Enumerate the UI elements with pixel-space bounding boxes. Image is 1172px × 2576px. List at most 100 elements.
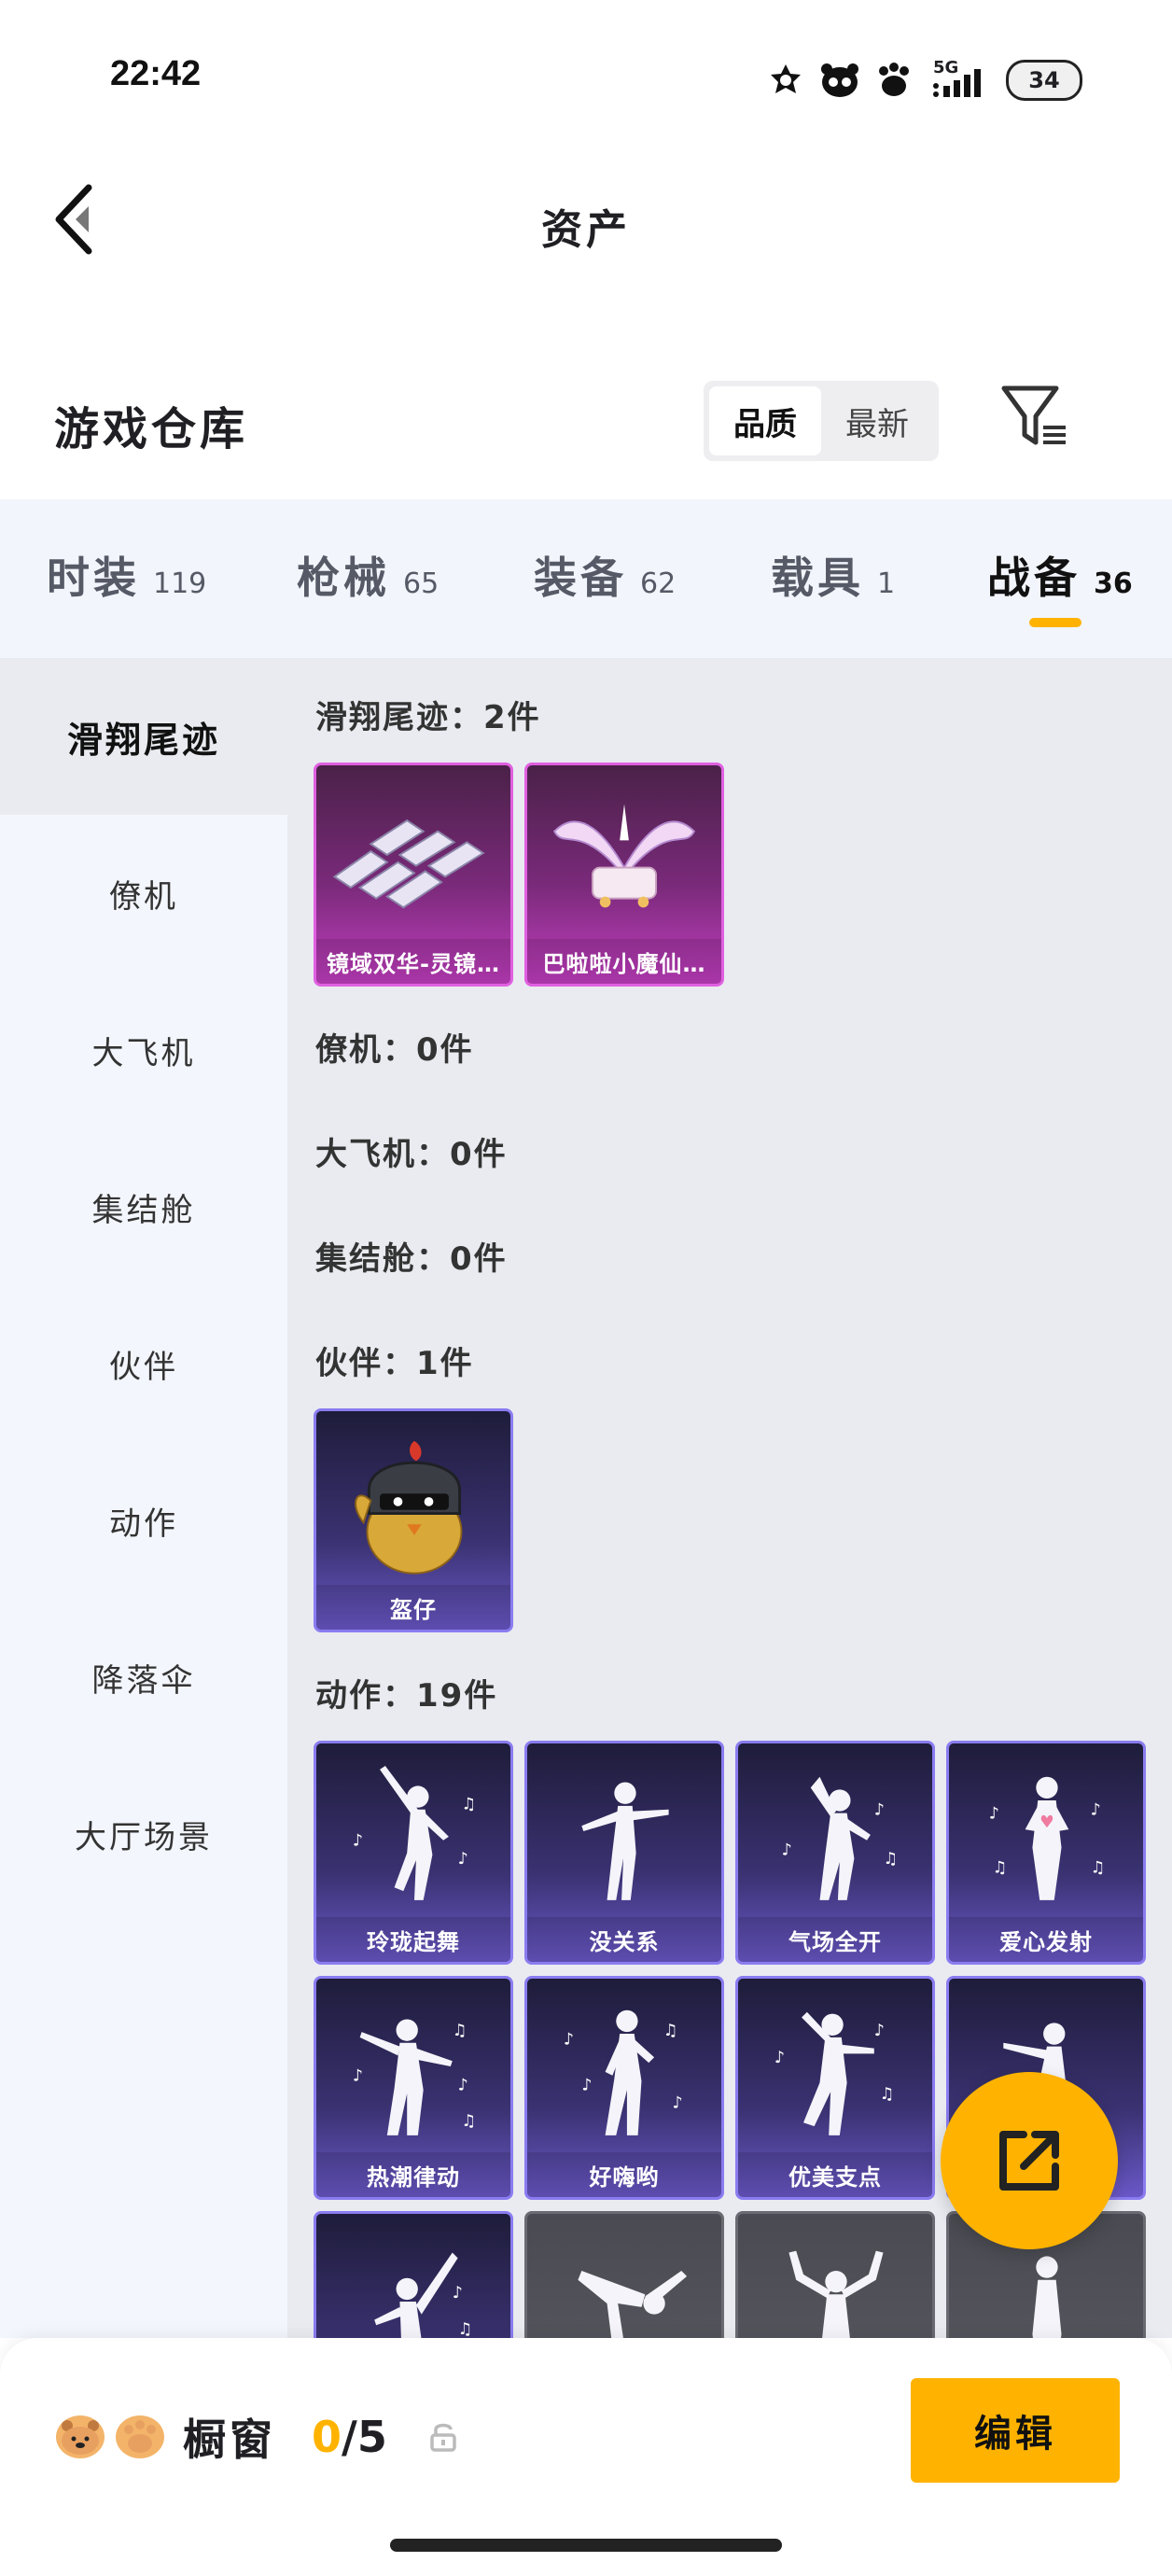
svg-text:♫: ♫ (663, 2022, 678, 2040)
section-heading-big-plane: 大飞机：0件 (315, 1136, 508, 1173)
showcase-label: 橱窗 (183, 2415, 276, 2465)
svg-text:♪: ♪ (458, 2076, 468, 2094)
tab-count: 1 (877, 567, 896, 600)
tab-weapons[interactable]: 枪械 65 (297, 544, 439, 606)
dancer-silhouette-image: ♪ ♪ ♫ (774, 2011, 895, 2135)
dancer-silhouette-image: ♪ ♪ ♫ ♫ (989, 1776, 1106, 1900)
item-card[interactable]: ♪ ♫ ♪ 玲珑起舞 (314, 1741, 513, 1965)
sidebar-item-glide-trail[interactable]: 滑翔尾迹 (0, 658, 287, 815)
sort-segmented-control: 品质 最新 (704, 381, 939, 461)
item-card[interactable]: 镜域双华-灵镜… (314, 763, 513, 987)
tab-label: 装备 (534, 553, 627, 603)
item-name: 玲珑起舞 (316, 1917, 510, 1962)
svg-text:♪: ♪ (989, 1804, 999, 1823)
section-heading-partner: 伙伴：1件 (315, 1345, 474, 1382)
sidebar-item-partner[interactable]: 伙伴 (0, 1285, 287, 1442)
item-name: 好嗨哟 (527, 2152, 721, 2197)
subcategory-sidebar: 滑翔尾迹 僚机 大飞机 集结舱 伙伴 动作 降落伞 大厅场景 (0, 658, 287, 2338)
external-link-icon (999, 2131, 1059, 2191)
status-icons: 5G 34 (765, 54, 1082, 106)
tab-label: 枪械 (297, 553, 390, 603)
section-heading-emote: 动作：19件 (315, 1677, 498, 1715)
tab-count: 36 (1094, 567, 1133, 600)
filter-icon (1001, 385, 1066, 445)
svg-text:♪: ♪ (581, 2076, 592, 2094)
sidebar-item-emote[interactable]: 动作 (0, 1442, 287, 1599)
tab-label: 载具 (771, 553, 864, 603)
item-card[interactable]: ♪ ♪ ♫ 优美支点 (735, 1976, 935, 2200)
showcase-info: 橱窗 0/5 (56, 2406, 460, 2468)
svg-text:♪: ♪ (774, 2049, 785, 2067)
tab-battle-gear[interactable]: 战备 36 (987, 544, 1133, 606)
svg-text:♪: ♪ (782, 1841, 792, 1859)
item-card[interactable]: 巴啦啦小魔仙… (524, 763, 724, 987)
tab-equipment[interactable]: 装备 62 (534, 544, 676, 606)
item-card[interactable]: ♪ ♫ ♪ ♫ 热潮律动 (314, 1976, 513, 2200)
dancer-silhouette-image: ♪ ♫ ♪ (353, 1766, 477, 1900)
svg-text:♪: ♪ (353, 2067, 363, 2086)
dancer-silhouette-image (788, 2250, 884, 2338)
item-name: 没关系 (527, 1917, 721, 1962)
dancer-silhouette-image (581, 1782, 669, 1900)
svg-text:♫: ♫ (884, 1850, 899, 1869)
paw-icon (116, 2415, 164, 2458)
item-card[interactable] (524, 2211, 724, 2338)
page-title: 资产 (541, 206, 631, 254)
section-heading-wingman: 僚机：0件 (315, 1031, 474, 1069)
svg-text:♪: ♪ (458, 1850, 468, 1869)
item-name: 优美支点 (738, 2152, 932, 2197)
svg-text:♫: ♫ (462, 1796, 477, 1814)
sort-quality-option[interactable]: 品质 (709, 386, 821, 455)
svg-text:♪: ♪ (874, 2022, 885, 2040)
active-tab-indicator (1029, 618, 1081, 627)
tab-count: 119 (153, 567, 207, 600)
showcase-total: /5 (342, 2412, 387, 2462)
bear-face-icon (56, 2415, 105, 2458)
svg-text:♫: ♫ (993, 1859, 1008, 1878)
magic-fairy-trail-image (552, 804, 696, 908)
dancer-silhouette-image (578, 2270, 688, 2338)
item-name: 热潮律动 (316, 2152, 510, 2197)
filter-button[interactable] (997, 381, 1081, 455)
panda-notification-icon (819, 60, 860, 101)
svg-text:♫: ♫ (1091, 1859, 1106, 1878)
dancer-silhouette-image: ♪ ♪ ♫ (782, 1776, 899, 1900)
sidebar-item-rally-pod[interactable]: 集结舱 (0, 1128, 287, 1285)
svg-text:♫: ♫ (462, 2112, 477, 2131)
item-card[interactable]: ♪ ♪ ♫ ♪ 好嗨哟 (524, 1976, 724, 2200)
sort-newest-option[interactable]: 最新 (821, 386, 933, 455)
dancer-silhouette-image: ♪ ♫ ♪ ♫ (353, 2019, 477, 2135)
item-card[interactable]: 没关系 (524, 1741, 724, 1965)
showcase-count: 0/5 (312, 2412, 387, 2462)
svg-text:♪: ♪ (874, 1801, 885, 1820)
item-card[interactable]: ♪ ♫ (314, 2211, 513, 2338)
item-card[interactable]: 盔仔 (314, 1408, 513, 1632)
item-name: 爱心发射 (949, 1917, 1143, 1962)
mirror-shards-trail-image (332, 819, 485, 909)
home-indicator[interactable] (390, 2539, 782, 2552)
sidebar-item-wingman[interactable]: 僚机 (0, 815, 287, 972)
sidebar-item-big-plane[interactable]: 大飞机 (0, 972, 287, 1128)
item-name: 气场全开 (738, 1917, 932, 1962)
item-card[interactable]: ♪ ♪ ♫ 气场全开 (735, 1741, 935, 1965)
svg-text:♪: ♪ (453, 2284, 463, 2303)
svg-text:♪: ♪ (1091, 1801, 1101, 1820)
dancer-silhouette-image: ♪♫ (374, 2252, 473, 2338)
svg-text:♫: ♫ (880, 2085, 895, 2104)
signal-icon: 5G (928, 58, 993, 101)
sidebar-item-lobby-scene[interactable]: 大厅场景 (0, 1756, 287, 1912)
warehouse-title: 游戏仓库 (54, 403, 249, 455)
edit-button[interactable]: 编辑 (911, 2378, 1120, 2483)
sidebar-item-parachute[interactable]: 降落伞 (0, 1599, 287, 1756)
item-card[interactable]: ♪ ♪ ♫ ♫ 爱心发射 (946, 1741, 1146, 1965)
tab-count: 62 (640, 567, 677, 600)
tab-vehicles[interactable]: 载具 1 (771, 544, 895, 606)
svg-text:♫: ♫ (458, 2320, 473, 2338)
share-button[interactable] (941, 2072, 1118, 2249)
paw-notification-icon (873, 60, 914, 101)
helmet-chick-partner-image (355, 1440, 463, 1575)
item-name: 盔仔 (316, 1585, 510, 1630)
section-heading-rally-pod: 集结舱：0件 (315, 1240, 508, 1278)
item-card[interactable] (735, 2211, 935, 2338)
tab-outfit[interactable]: 时装 119 (47, 544, 206, 606)
